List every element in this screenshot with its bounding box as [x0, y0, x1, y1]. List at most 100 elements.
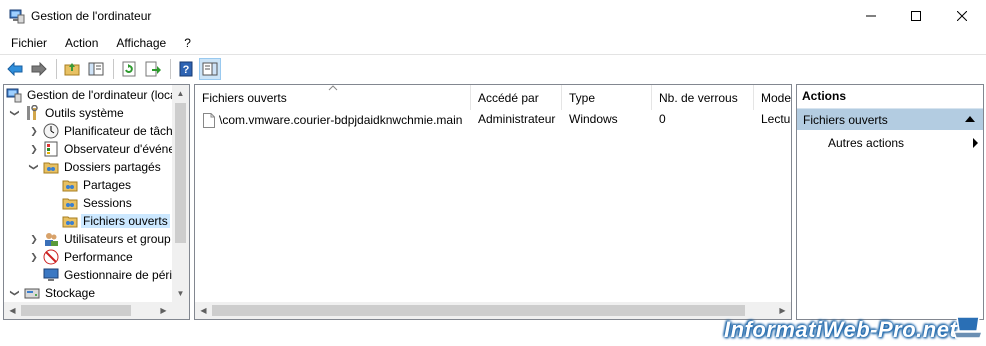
chevron-down-icon[interactable]: ❯ [9, 287, 21, 299]
chevron-right-icon[interactable]: ❯ [28, 143, 40, 155]
toolbar-separator [56, 58, 57, 79]
forward-arrow-icon [31, 61, 47, 76]
column-header-label: Fichiers ouverts [202, 91, 287, 105]
watermark: InformatiWeb-Pro.net [724, 317, 958, 342]
tree-item-label: Performance [64, 250, 133, 264]
help-button[interactable]: ? [175, 58, 197, 80]
tree-item-label: Utilisateurs et group [64, 232, 171, 246]
chevron-right-icon[interactable]: ❯ [28, 233, 40, 245]
tree-item-label: Gestion de l'ordinateur (loca [27, 88, 177, 102]
close-button[interactable] [939, 0, 985, 31]
shared-folder-icon [62, 198, 78, 210]
export-list-icon [145, 61, 161, 76]
maximize-button[interactable] [893, 0, 939, 31]
tree-item-label: Planificateur de tâch [64, 124, 173, 138]
minimize-button[interactable] [848, 0, 894, 31]
clock-icon [43, 123, 59, 139]
scroll-left-arrow-icon[interactable]: ◀ [195, 302, 212, 319]
refresh-button[interactable] [118, 58, 140, 80]
menu-bar: Fichier Action Affichage ? [0, 32, 986, 53]
tree-item-label: Sessions [83, 196, 132, 210]
svg-text:?: ? [183, 64, 190, 76]
scroll-down-arrow-icon[interactable]: ▼ [172, 285, 189, 302]
menu-fichier[interactable]: Fichier [0, 36, 54, 50]
action-label: Autres actions [828, 136, 905, 150]
close-icon [957, 10, 967, 21]
back-button[interactable] [4, 58, 26, 80]
cell-type: Windows [569, 112, 618, 126]
show-hide-tree-button[interactable] [85, 58, 107, 80]
minimize-icon [866, 15, 876, 16]
toolbar-separator [170, 58, 171, 79]
chevron-right-icon[interactable]: ❯ [28, 125, 40, 137]
column-header-mode[interactable]: Mode [754, 85, 792, 110]
chevron-down-icon[interactable]: ❯ [28, 161, 40, 173]
tree-vertical-scrollbar[interactable]: ▲ ▼ [172, 85, 189, 302]
chevron-right-icon[interactable]: ❯ [28, 251, 40, 263]
console-tree: Gestion de l'ordinateur (loca ❯ Outils s… [3, 84, 190, 320]
users-icon [45, 233, 58, 246]
scrollbar-thumb[interactable] [212, 305, 745, 316]
show-hide-action-pane-button[interactable] [199, 57, 221, 80]
tree-item-computer-management[interactable]: Gestion de l'ordinateur (loca [6, 86, 179, 104]
tree-item-planificateur[interactable]: ❯ Planificateur de tâch [28, 122, 175, 140]
tree-item-partages[interactable]: Partages [62, 176, 133, 194]
cell-nb-verrous: 0 [659, 112, 666, 126]
event-viewer-icon [44, 141, 58, 157]
show-hide-tree-icon [88, 62, 104, 75]
column-header-nb-verrous[interactable]: Nb. de verrous [652, 85, 754, 110]
result-pane: Fichiers ouverts Accédé par Type Nb. de … [194, 84, 792, 320]
tree-item-label: Partages [83, 178, 132, 192]
window-title: Gestion de l'ordinateur [31, 9, 152, 23]
forward-button[interactable] [28, 58, 50, 80]
scroll-left-arrow-icon[interactable]: ◀ [4, 302, 21, 319]
scroll-right-arrow-icon[interactable]: ▶ [155, 302, 172, 319]
sort-ascending-icon [328, 85, 338, 91]
cell-file-name: \com.vmware.courier-bdpjdaidknwchmie.mai… [195, 110, 471, 128]
back-arrow-icon [7, 61, 23, 76]
help-icon: ? [179, 61, 193, 76]
tree-item-utilisateurs[interactable]: ❯ Utilisateurs et group [28, 230, 173, 248]
toolbar: ? [0, 54, 986, 82]
column-header-accede-par[interactable]: Accédé par [471, 85, 562, 110]
menu-action[interactable]: Action [54, 36, 105, 50]
collapse-up-icon[interactable] [965, 116, 975, 122]
shared-folder-icon [62, 216, 78, 228]
scroll-up-arrow-icon[interactable]: ▲ [172, 85, 189, 102]
column-header-label: Type [569, 91, 596, 105]
scrollbar-thumb[interactable] [21, 305, 131, 316]
tree-item-gestionnaire-peripheriques[interactable]: Gestionnaire de péri [43, 266, 174, 284]
column-header-fichiers-ouverts[interactable]: Fichiers ouverts [195, 85, 471, 110]
storage-icon [24, 288, 40, 299]
tree-item-fichiers-ouverts[interactable]: Fichiers ouverts [62, 212, 170, 230]
tree-horizontal-scrollbar[interactable]: ◀ ▶ [4, 302, 189, 319]
column-header-label: Mode [761, 91, 792, 105]
menu-affichage[interactable]: Affichage [105, 36, 173, 50]
file-name-text: \com.vmware.courier-bdpjdaidknwchmie.mai… [219, 113, 463, 127]
tree-item-outils-systeme[interactable]: ❯ Outils système [9, 104, 126, 122]
tree-item-observateur[interactable]: ❯ Observateur d'événe [28, 140, 177, 158]
actions-section-fichiers-ouverts[interactable]: Fichiers ouverts [797, 108, 983, 130]
tree-item-sessions[interactable]: Sessions [62, 194, 134, 212]
title-bar: Gestion de l'ordinateur [0, 0, 986, 32]
tree-item-performance[interactable]: ❯ Performance [28, 248, 135, 266]
chevron-down-icon[interactable]: ❯ [9, 107, 21, 119]
show-hide-action-pane-icon [202, 62, 218, 75]
menu-help[interactable]: ? [173, 36, 198, 50]
tree-item-dossiers-partages[interactable]: ❯ Dossiers partagés [28, 158, 163, 176]
tree-item-label: Observateur d'événe [64, 142, 176, 156]
refresh-icon [122, 61, 136, 76]
shared-folder-icon [43, 162, 59, 174]
action-autres-actions[interactable]: Autres actions [828, 136, 978, 150]
list-header: Fichiers ouverts Accédé par Type Nb. de … [195, 85, 792, 110]
table-row[interactable]: \com.vmware.courier-bdpjdaidknwchmie.mai… [195, 110, 791, 128]
column-header-type[interactable]: Type [562, 85, 652, 110]
laptop-logo-icon [953, 316, 983, 339]
list-horizontal-scrollbar[interactable]: ◀ ▶ [195, 302, 791, 319]
column-header-label: Accédé par [478, 91, 539, 105]
tree-item-label: Dossiers partagés [64, 160, 161, 174]
export-list-button[interactable] [142, 58, 164, 80]
up-button[interactable] [61, 58, 83, 80]
tree-item-stockage[interactable]: ❯ Stockage [9, 284, 97, 302]
scrollbar-thumb[interactable] [175, 103, 186, 243]
